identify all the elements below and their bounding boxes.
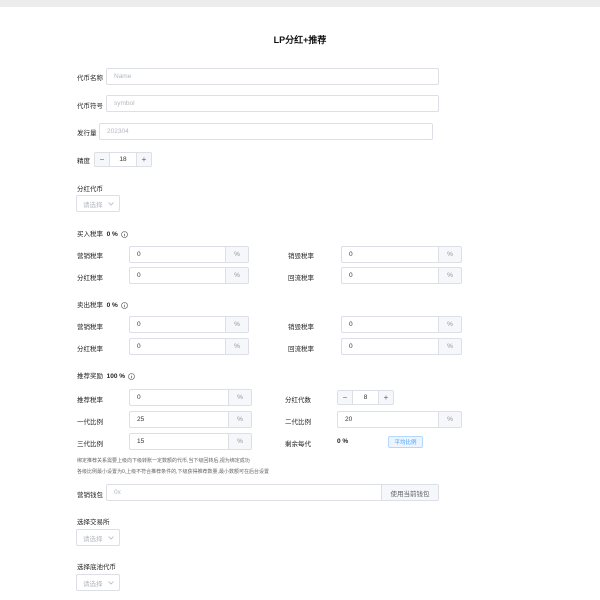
buy-dividend-input[interactable]: 0% [129,267,249,284]
buy-dividend-label: 分红税率 [77,275,103,282]
precision-label: 精度 [77,158,90,165]
chevron-down-icon [108,580,114,585]
use-current-wallet-button[interactable]: 使用当前钱包 [381,485,438,500]
remaining-label: 剩余每代 [285,441,311,448]
referral-tax-input[interactable]: 0% [129,389,252,406]
minus-icon[interactable]: − [338,391,353,404]
pool-token-label: 选择底池代币 [77,564,116,571]
info-icon [120,301,128,309]
sell-marketing-input[interactable]: 0% [129,316,249,333]
referral-tax-label: 推荐税率 [77,397,103,404]
info-icon [128,372,135,380]
buy-tax-heading: 买入税率 0 % [77,228,128,238]
token-name-label: 代币名称 [77,75,103,82]
supply-label: 发行量 [77,130,97,137]
sell-marketing-label: 营销税率 [77,324,103,331]
supply-input[interactable]: 202304 [99,123,433,140]
plus-icon[interactable]: + [136,153,151,166]
gen3-label: 三代比例 [77,441,103,448]
referral-note-2: 各级比例最小设置为0,上级不符合推荐条件的,下级获得推荐数量,最小数额可在后台设… [77,469,269,475]
referral-note-1: 绑定推荐关系需要上级向下级转账一定数额的代币,当下级回转后,视为绑定成功 [77,458,250,464]
plus-icon[interactable]: + [378,391,393,404]
dividend-token-select[interactable]: 请选择 [76,195,120,212]
buy-tax-total: 0 % [106,231,118,238]
page-title: LP分红+推荐 [273,35,327,45]
sell-burn-input[interactable]: 0% [341,316,462,333]
chevron-down-icon [108,535,114,540]
referral-heading: 推荐奖励 100 % [77,370,135,380]
top-bar [0,0,600,7]
chevron-down-icon [108,201,114,206]
token-symbol-input[interactable]: symbol [106,95,439,112]
buy-burn-label: 销毁税率 [288,253,314,260]
gen3-input[interactable]: 15% [129,433,252,450]
remaining-value: 0 % [337,438,349,445]
buy-marketing-label: 营销税率 [77,253,103,260]
referral-total: 100 % [106,373,126,380]
generations-label: 分红代数 [285,397,311,404]
gen1-label: 一代比例 [77,419,103,426]
gen1-input[interactable]: 25% [129,411,252,428]
info-icon [120,230,128,238]
minus-icon[interactable]: − [95,153,110,166]
sell-lp-label: 回流税率 [288,346,314,353]
precision-stepper[interactable]: − 18 + [94,152,152,167]
buy-burn-input[interactable]: 0% [341,246,462,263]
dividend-token-label: 分红代币 [77,186,103,193]
gen2-input[interactable]: 20% [337,411,462,428]
sell-lp-input[interactable]: 0% [341,338,462,355]
generations-stepper[interactable]: − 8 + [337,390,394,405]
buy-lp-input[interactable]: 0% [341,267,462,284]
exchange-select[interactable]: 请选择 [76,529,120,546]
exchange-label: 选择交易所 [77,519,110,526]
marketing-wallet-input[interactable]: 0x 使用当前钱包 [106,484,439,501]
buy-lp-label: 回流税率 [288,275,314,282]
sell-dividend-label: 分红税率 [77,346,103,353]
gen2-label: 二代比例 [285,419,311,426]
token-symbol-label: 代币符号 [77,103,103,110]
buy-marketing-input[interactable]: 0% [129,246,249,263]
sell-burn-label: 销毁税率 [288,324,314,331]
token-name-input[interactable]: Name [106,68,439,85]
sell-dividend-input[interactable]: 0% [129,338,249,355]
sell-tax-total: 0 % [106,302,118,309]
sell-tax-heading: 卖出税率 0 % [77,299,128,309]
pool-token-select[interactable]: 请选择 [76,574,120,591]
marketing-wallet-label: 营销钱包 [77,492,103,499]
average-ratio-button[interactable]: 平均比例 [388,436,423,448]
